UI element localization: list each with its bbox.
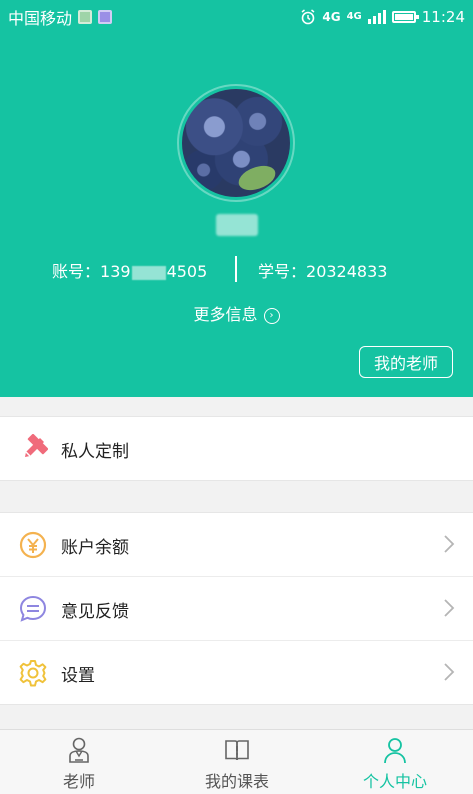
account-prefix: 139 xyxy=(100,262,131,281)
account-masked xyxy=(131,265,166,280)
battery-icon xyxy=(391,10,419,23)
tab-personal-center[interactable]: 个人中心 xyxy=(316,730,473,794)
id-row: 账号：139 4505 学号：20324833 xyxy=(0,256,473,282)
tab-schedule[interactable]: 我的课表 xyxy=(158,730,316,794)
menu-label-settings: 设置 xyxy=(61,666,95,686)
alarm-icon xyxy=(301,8,315,24)
network-type-a: 4G xyxy=(322,9,341,24)
tab-label-teacher: 老师 xyxy=(62,772,95,791)
tab-label-personal-center: 个人中心 xyxy=(362,772,427,791)
image-notification-icon xyxy=(78,9,93,24)
custom-card: 私人定制 xyxy=(0,416,473,481)
menu-item-custom[interactable]: 私人定制 xyxy=(0,417,473,480)
account-suffix: 4505 xyxy=(166,262,208,281)
menu-label-feedback: 意见反馈 xyxy=(61,602,129,622)
student-info: 学号：20324833 xyxy=(258,258,387,282)
yuan-coin-icon xyxy=(19,531,47,559)
status-left: 中国移动 xyxy=(8,5,113,29)
chevron-right-icon xyxy=(444,535,455,553)
carrier-name: 中国移动 xyxy=(8,8,73,28)
person-icon xyxy=(384,738,406,764)
student-id: 20324833 xyxy=(306,262,388,281)
menu-label-custom: 私人定制 xyxy=(61,442,129,462)
signal-icon xyxy=(367,9,386,24)
chevron-right-icon xyxy=(444,663,455,681)
menu-item-balance[interactable]: 账户余额 xyxy=(0,513,473,576)
menu-label-balance: 账户余额 xyxy=(61,538,129,558)
my-teacher-button[interactable]: 我的老师 xyxy=(359,346,453,378)
settings-card: 账户余额 意见反馈 设置 xyxy=(0,512,473,705)
tab-teacher[interactable]: 老师 xyxy=(0,730,158,794)
teacher-icon xyxy=(69,737,89,763)
more-info-label: 更多信息 xyxy=(193,305,258,324)
avatar-ring xyxy=(177,84,295,202)
app-notification-icon xyxy=(98,9,113,24)
status-bar: 中国移动 4G 4G 11:24 xyxy=(0,0,473,33)
more-info-link[interactable]: 更多信息 › xyxy=(0,301,473,325)
network-type-b: 4G xyxy=(346,11,362,22)
pencil-ruler-icon xyxy=(23,434,48,459)
profile-header: 账号：139 4505 学号：20324833 更多信息 › 我的老师 xyxy=(0,33,473,397)
gear-icon xyxy=(19,660,47,687)
account-info: 账号：139 4505 xyxy=(52,258,207,282)
menu-item-feedback[interactable]: 意见反馈 xyxy=(0,576,473,640)
clock-time: 11:24 xyxy=(421,7,465,26)
menu-item-settings[interactable]: 设置 xyxy=(0,640,473,704)
chevron-right-icon xyxy=(444,599,455,617)
id-divider xyxy=(235,256,237,282)
bottom-tab-bar: 老师 我的课表 个人中心 xyxy=(0,729,473,794)
account-label: 账号： xyxy=(52,262,101,281)
tab-label-schedule: 我的课表 xyxy=(204,772,269,791)
student-label: 学号： xyxy=(258,262,307,281)
avatar[interactable] xyxy=(182,89,290,197)
status-right: 4G 4G 11:24 xyxy=(300,8,465,26)
feedback-bubble-icon xyxy=(19,595,47,622)
book-icon xyxy=(225,740,249,761)
chevron-right-circle-icon: › xyxy=(263,307,280,324)
user-name-masked xyxy=(216,214,258,236)
